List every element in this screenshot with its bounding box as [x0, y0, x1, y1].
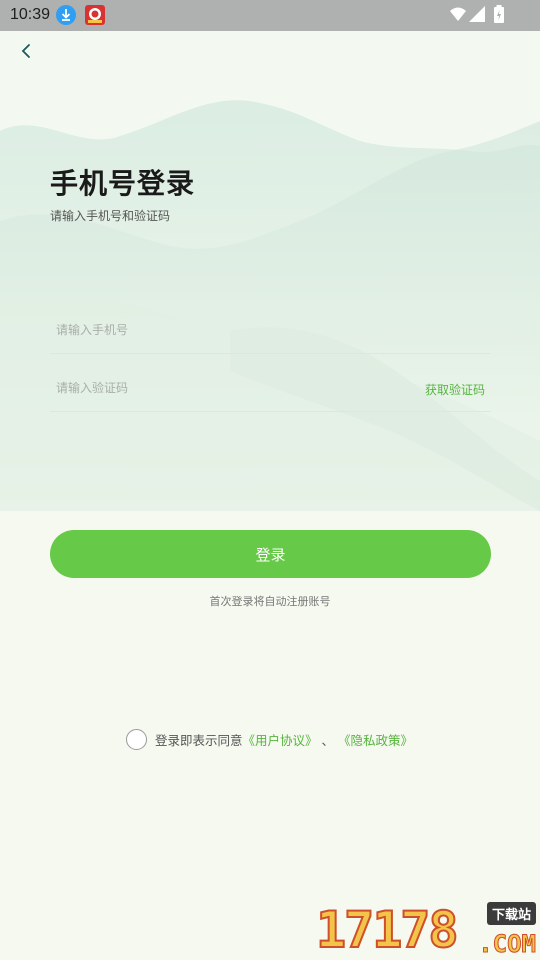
status-time: 10:39 [10, 6, 51, 23]
watermark-domain: .COM [478, 930, 537, 959]
phone-field [50, 306, 491, 354]
wifi-icon [449, 5, 467, 27]
page-subtitle: 请输入手机号和验证码 [50, 209, 171, 223]
code-field: 获取验证码 [50, 364, 491, 412]
privacy-policy-link[interactable]: 《隐私政策》 [338, 730, 413, 749]
get-code-button[interactable]: 获取验证码 [425, 381, 485, 398]
phone-input[interactable] [56, 318, 386, 342]
app-notification-icon [85, 5, 105, 25]
agreement-checkbox[interactable] [126, 728, 147, 750]
login-button[interactable]: 登录 [50, 530, 491, 578]
user-agreement-link[interactable]: 《用户协议》 [243, 730, 318, 749]
battery-icon [493, 5, 505, 29]
auto-register-hint: 首次登录将自动注册账号 [209, 595, 331, 608]
agreement-row: 登录即表示同意 《用户协议》 、 《隐私政策》 [126, 728, 413, 750]
agreement-prefix: 登录即表示同意 [155, 732, 243, 748]
page-title: 手机号登录 [50, 167, 196, 200]
download-notification-icon [56, 5, 76, 25]
status-bar: 10:39 [0, 0, 540, 31]
chevron-left-icon [20, 43, 34, 63]
watermark-number: 17178 [315, 900, 460, 960]
back-button[interactable] [14, 40, 40, 66]
code-input[interactable] [56, 376, 386, 400]
site-watermark: 17178 下载站 .COM [315, 900, 540, 960]
agreement-separator: 、 [321, 732, 335, 748]
watermark-top-text: 下载站 [486, 902, 536, 925]
signal-icon [468, 5, 486, 27]
